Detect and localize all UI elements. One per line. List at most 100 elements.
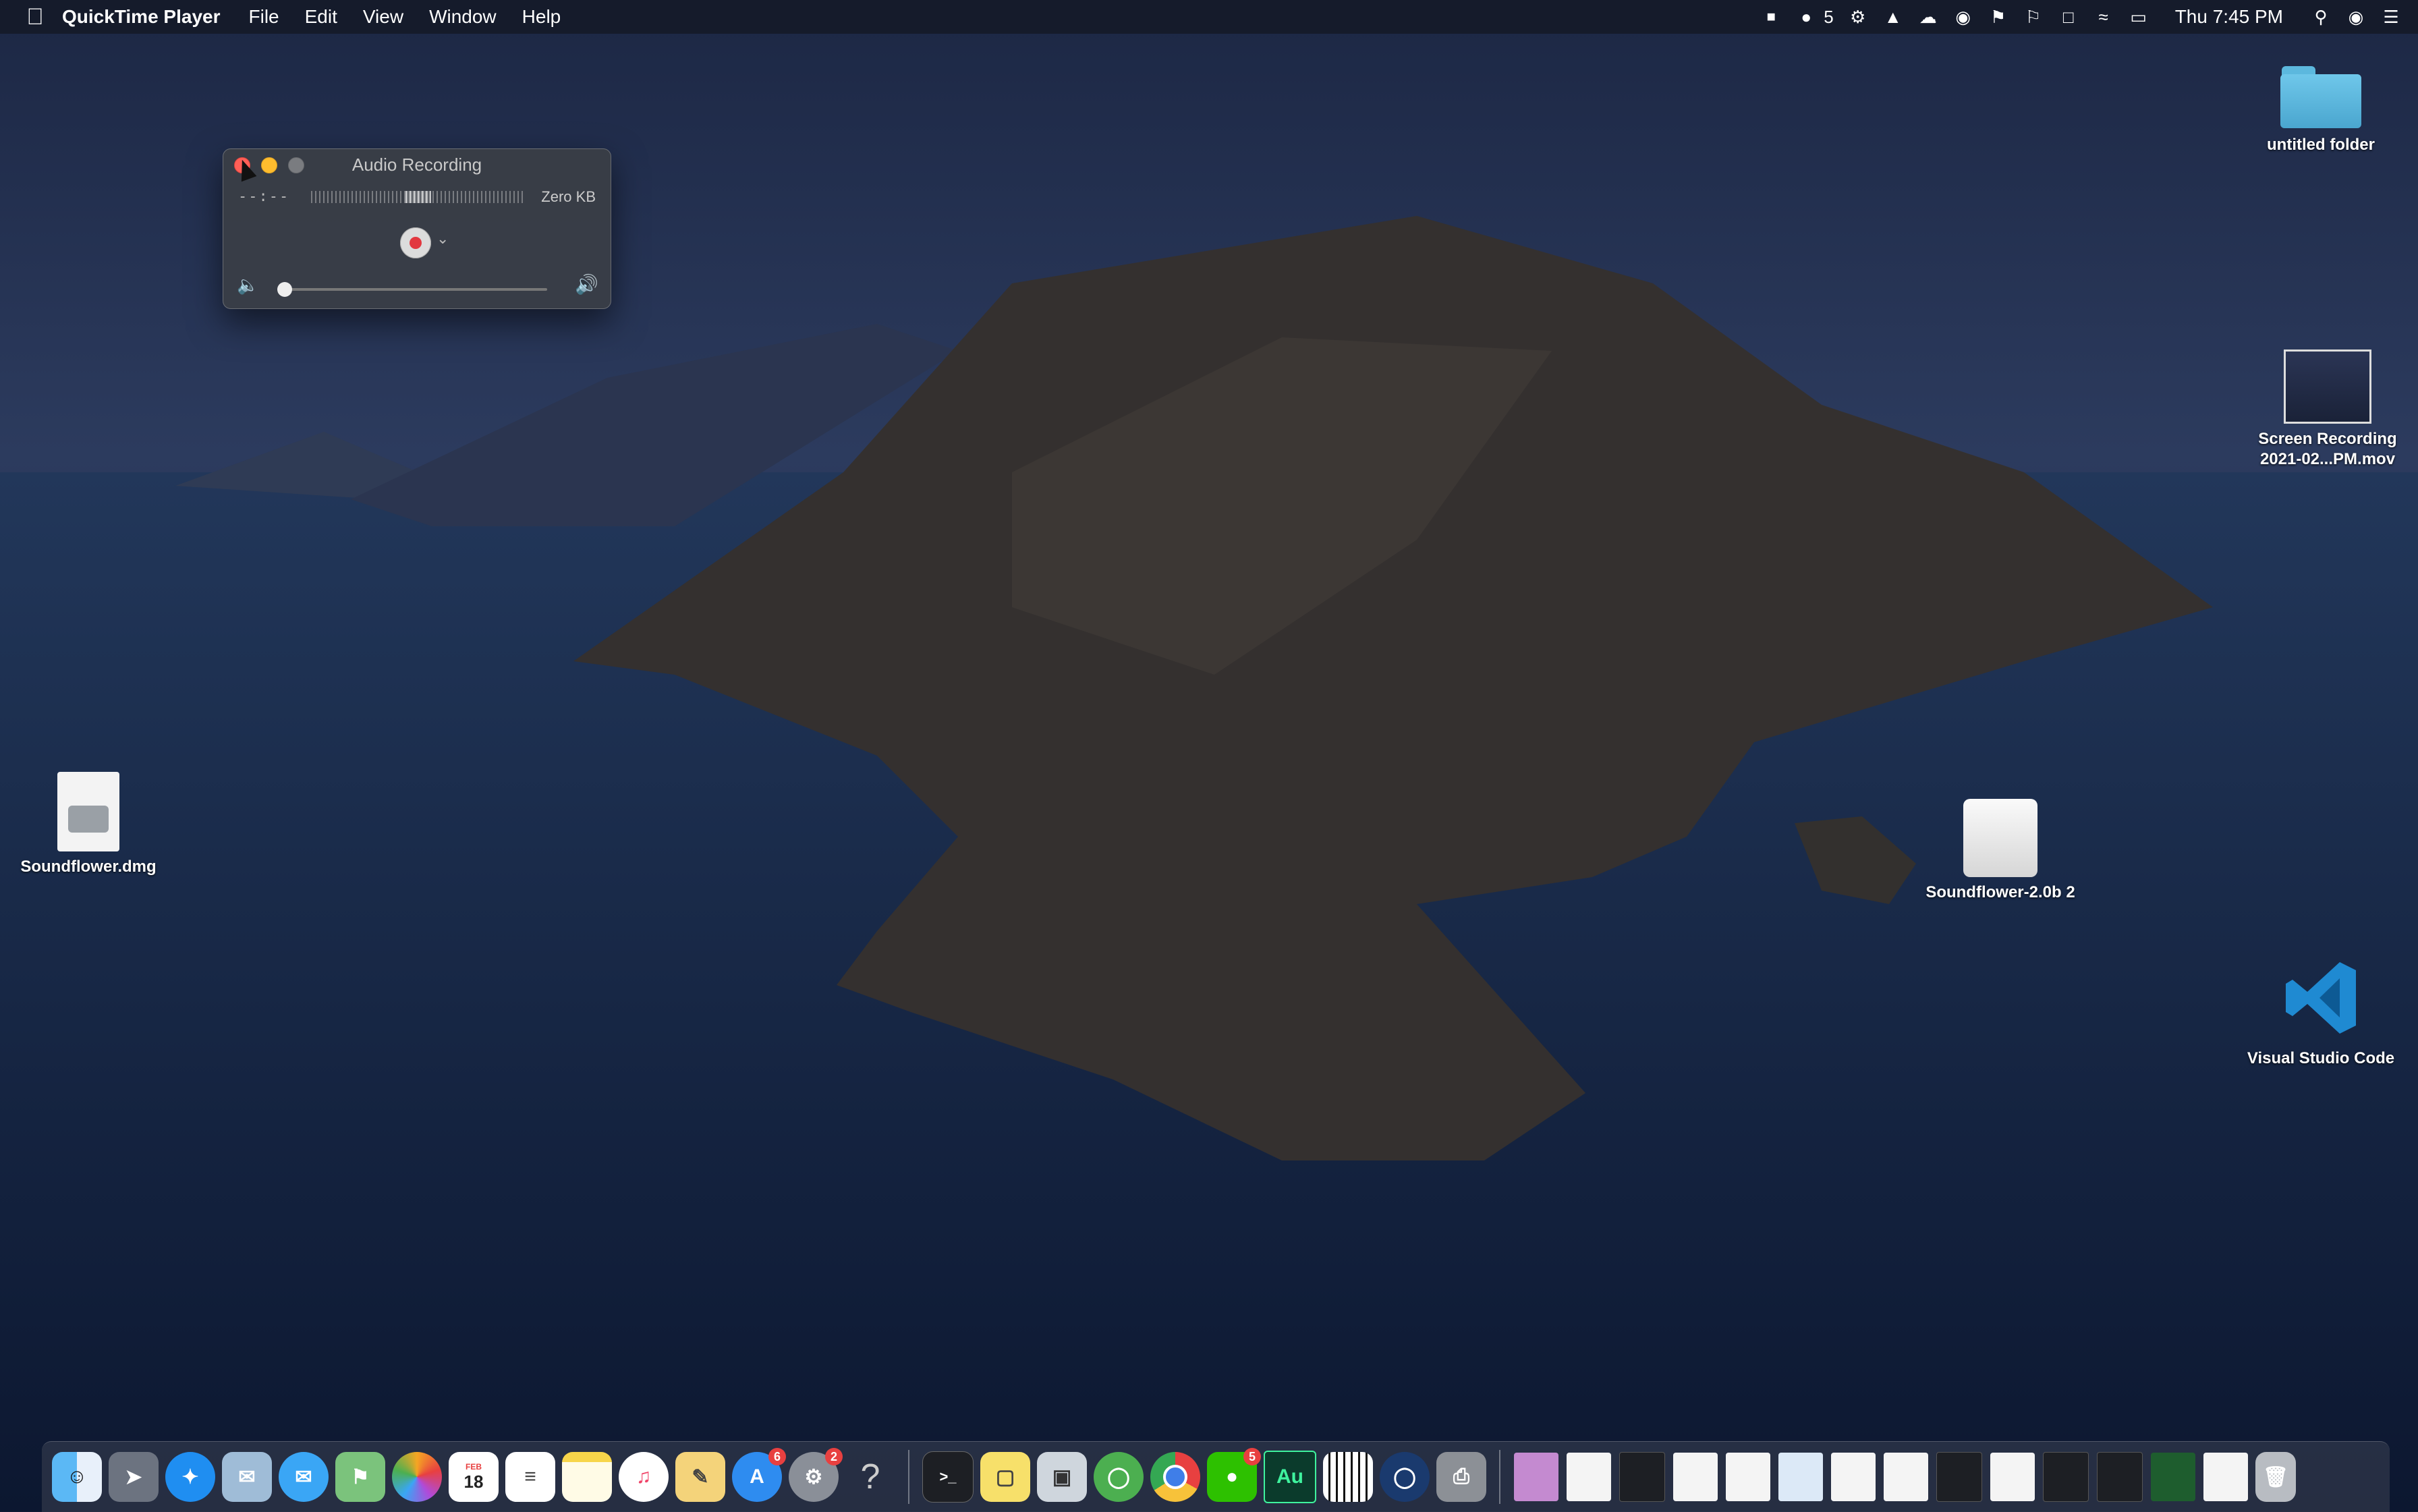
recent-file-3[interactable]	[1673, 1453, 1718, 1501]
window-title: Audio Recording	[352, 155, 482, 175]
stop-recording-icon[interactable]: ⏹	[1758, 5, 1784, 28]
dock-separator-2	[1499, 1450, 1500, 1504]
recent-file-1[interactable]	[1514, 1453, 1558, 1501]
system-preferences-badge: 2	[825, 1448, 843, 1465]
folder-icon	[2279, 62, 2363, 130]
help-icon[interactable]: ?	[845, 1452, 895, 1502]
record-dot-icon	[410, 237, 422, 249]
calendar-month: FEB	[466, 1461, 482, 1472]
dock: ☺ ➤ ✦ ✉ ✉ ⚑ FEB 18 ≡ ♫ ✎ A 6 ⚙ 2 ? >_ ▢ …	[42, 1441, 2390, 1512]
messages-icon[interactable]: ✉	[279, 1452, 329, 1502]
desktop-mounted-volume[interactable]: Soundflower-2.0b 2	[1916, 799, 2085, 903]
calendar-icon[interactable]: FEB 18	[449, 1452, 499, 1502]
adobe-icon[interactable]: ▲	[1880, 5, 1907, 28]
docker-icon[interactable]: ⚑	[1985, 5, 2012, 28]
menu-view[interactable]: View	[363, 6, 403, 28]
recent-file-4[interactable]	[1726, 1453, 1770, 1501]
volume-low-icon: 🔈	[237, 275, 259, 295]
recent-file-9[interactable]	[1990, 1453, 2035, 1501]
recent-zip-icon[interactable]	[1567, 1453, 1611, 1501]
recent-file-11[interactable]	[2097, 1452, 2143, 1502]
vscode-icon	[2286, 962, 2356, 1034]
printer-icon[interactable]: ⎙	[1436, 1452, 1486, 1502]
stickies-icon[interactable]: ▢	[980, 1452, 1030, 1502]
music-icon[interactable]: ♫	[619, 1452, 669, 1502]
trash-icon[interactable]: 🗑	[2255, 1452, 2296, 1502]
reminders-icon[interactable]: ≡	[505, 1452, 555, 1502]
menu-window[interactable]: Window	[429, 6, 497, 28]
wechat-icon[interactable]: ●	[1793, 5, 1820, 28]
notes-icon[interactable]	[562, 1452, 612, 1502]
screen-recorder-icon[interactable]: ◯	[1380, 1452, 1430, 1502]
volume-slider-knob[interactable]	[277, 282, 292, 297]
maps-icon[interactable]: ⚑	[335, 1452, 385, 1502]
file-size: Zero KB	[541, 188, 596, 205]
spotlight-icon[interactable]: ⚲	[2307, 5, 2334, 28]
recent-file-5[interactable]	[1778, 1453, 1823, 1501]
help-label: ?	[860, 1457, 880, 1496]
audio-level-peak	[405, 191, 431, 203]
siri-icon[interactable]: ◉	[2342, 5, 2369, 28]
recent-file-8[interactable]	[1936, 1452, 1982, 1502]
battery-icon[interactable]: ▭	[2125, 5, 2152, 28]
vscode-label: Visual Studio Code	[2247, 1049, 2395, 1067]
volume-label: Soundflower-2.0b 2	[1925, 883, 2075, 901]
piano-icon[interactable]	[1323, 1452, 1373, 1502]
desktop-screen-recording[interactable]: Screen Recording 2021-02...PM.mov	[2247, 349, 2409, 470]
photos-icon[interactable]	[392, 1452, 442, 1502]
desktop-vscode[interactable]: Visual Studio Code	[2226, 958, 2415, 1069]
desktop-folder[interactable]: untitled folder	[2247, 62, 2395, 155]
input-source-icon[interactable]: □	[2055, 5, 2082, 28]
apple-menu-icon[interactable]: 	[15, 4, 55, 30]
status-bar: ⏹ ● 5 ⚙ ▲ ☁ ◉ ⚑ ⚐ □ ≈ ▭ Thu 7:45 PM ⚲ ◉ …	[1753, 0, 2418, 34]
system-preferences-icon[interactable]: ⚙ 2	[789, 1448, 843, 1502]
record-button[interactable]	[400, 227, 431, 258]
recent-file-13[interactable]	[2203, 1453, 2248, 1501]
recent-file-7[interactable]	[1884, 1453, 1928, 1501]
disk-image-icon	[57, 772, 119, 851]
menu-file[interactable]: File	[249, 6, 279, 28]
ai-icon[interactable]: ◉	[1950, 5, 1977, 28]
safari-icon[interactable]: ✦	[165, 1452, 215, 1502]
video-file-icon	[2284, 349, 2371, 424]
finder-icon[interactable]: ☺	[52, 1452, 102, 1502]
calendar-day: 18	[463, 1471, 484, 1492]
app-store-icon[interactable]: A 6	[732, 1448, 786, 1502]
chevron-down-icon[interactable]: ⌄	[437, 230, 449, 248]
image-capture-icon[interactable]: ▣	[1037, 1452, 1087, 1502]
desktop-dmg[interactable]: Soundflower.dmg	[11, 772, 166, 877]
wechat-count: 5	[1824, 6, 1834, 27]
mail-icon[interactable]: ✉	[222, 1452, 272, 1502]
folder-label: untitled folder	[2267, 136, 2375, 154]
network-utility-icon[interactable]: ◯	[1094, 1452, 1144, 1502]
audio-recording-window: Audio Recording --:-- Zero KB ⌄ 🔈 🔊	[223, 148, 611, 309]
recent-file-12[interactable]	[2151, 1453, 2195, 1501]
wechat-dock-icon[interactable]: ● 5	[1207, 1448, 1261, 1502]
chrome-icon[interactable]	[1150, 1452, 1200, 1502]
gear-icon[interactable]: ⚙	[1845, 5, 1872, 28]
menu-help[interactable]: Help	[522, 6, 561, 28]
clock[interactable]: Thu 7:45 PM	[2175, 6, 2283, 28]
audition-icon[interactable]: Au	[1264, 1451, 1316, 1503]
launchpad-icon[interactable]: ➤	[109, 1452, 159, 1502]
recent-file-10[interactable]	[2043, 1452, 2089, 1502]
app-store-badge: 6	[768, 1448, 786, 1465]
dock-separator	[908, 1450, 909, 1504]
terminal-icon[interactable]: >_	[922, 1451, 974, 1503]
menu-edit[interactable]: Edit	[305, 6, 337, 28]
audio-level-meter	[311, 191, 524, 203]
recent-file-2[interactable]	[1619, 1452, 1665, 1502]
elapsed-time: --:--	[238, 188, 290, 205]
screen-recording-label: Screen Recording 2021-02...PM.mov	[2258, 430, 2397, 468]
volume-slider[interactable]	[277, 282, 547, 297]
app-menu[interactable]: QuickTime Player	[62, 6, 221, 28]
recent-file-6[interactable]	[1831, 1453, 1876, 1501]
wifi-icon[interactable]: ≈	[2090, 5, 2117, 28]
wechat-badge: 5	[1243, 1448, 1261, 1465]
control-center-icon[interactable]: ☰	[2378, 5, 2405, 28]
external-drive-icon	[1963, 799, 2037, 877]
flag-icon[interactable]: ⚐	[2020, 5, 2047, 28]
audition-label: Au	[1276, 1465, 1303, 1488]
preview-icon[interactable]: ✎	[675, 1452, 725, 1502]
creative-cloud-icon[interactable]: ☁	[1915, 5, 1942, 28]
